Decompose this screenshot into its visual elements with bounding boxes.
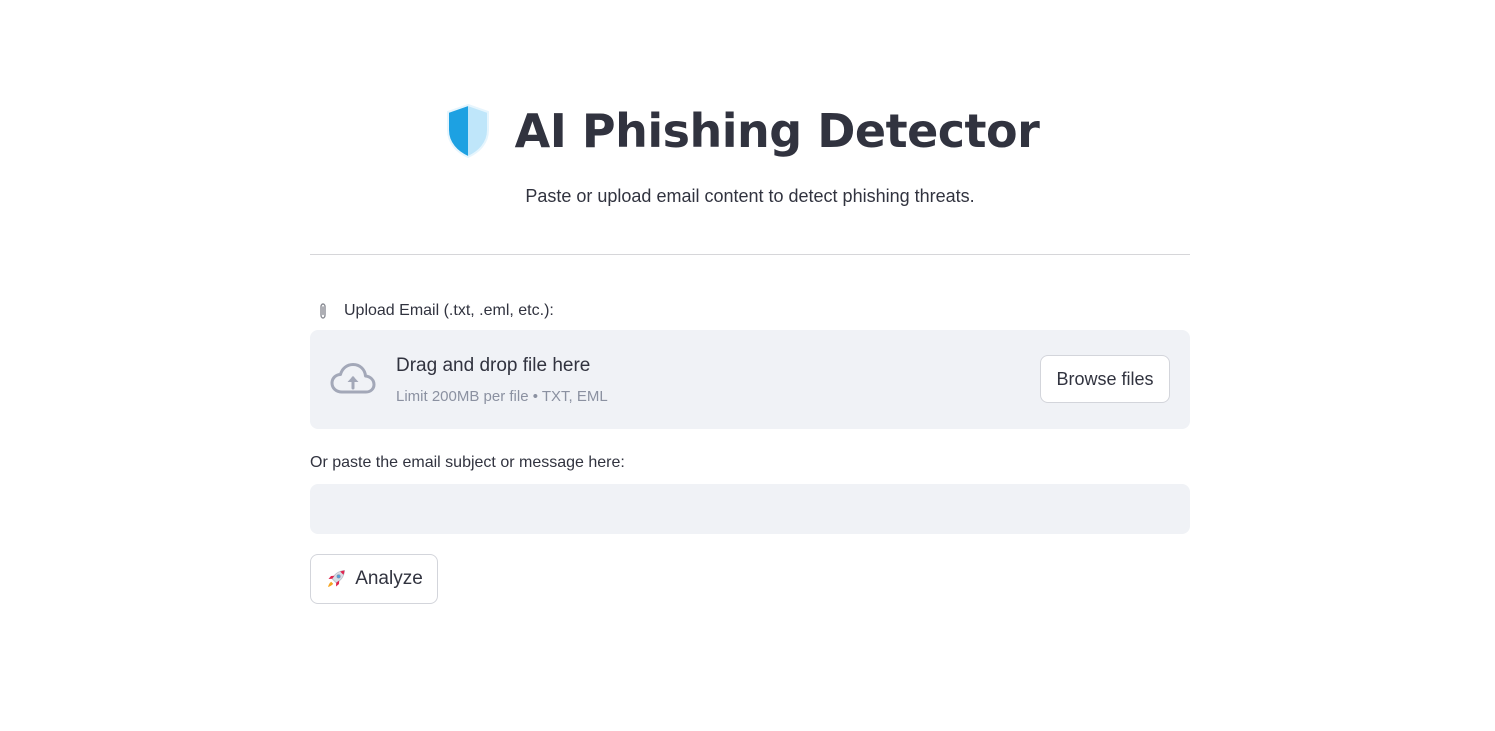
paste-label: Or paste the email subject or message he… [310,454,625,471]
divider [310,254,1190,255]
rocket-icon [328,570,346,587]
file-dropzone[interactable]: Drag and drop file here Limit 200MB per … [310,330,1190,429]
analyze-button[interactable]: Analyze [310,554,438,604]
cloud-upload-icon [330,363,376,394]
title-row: AI Phishing Detector [310,96,1190,166]
analyze-button-label: Analyze [355,568,423,589]
email-text-input[interactable] [310,484,1190,534]
browse-files-button[interactable]: Browse files [1040,355,1170,403]
dropzone-limit: Limit 200MB per file • TXT, EML [396,388,608,405]
page-subtitle: Paste or upload email content to detect … [525,186,975,206]
app-page: AI Phishing Detector Paste or upload ema… [0,0,1495,731]
upload-label: Upload Email (.txt, .eml, etc.): [310,300,554,322]
upload-label-text: Upload Email (.txt, .eml, etc.): [344,302,554,319]
paperclip-icon [320,303,326,319]
page-title: AI Phishing Detector [514,104,1040,158]
dropzone-title: Drag and drop file here [396,355,591,376]
shield-icon [446,103,489,159]
